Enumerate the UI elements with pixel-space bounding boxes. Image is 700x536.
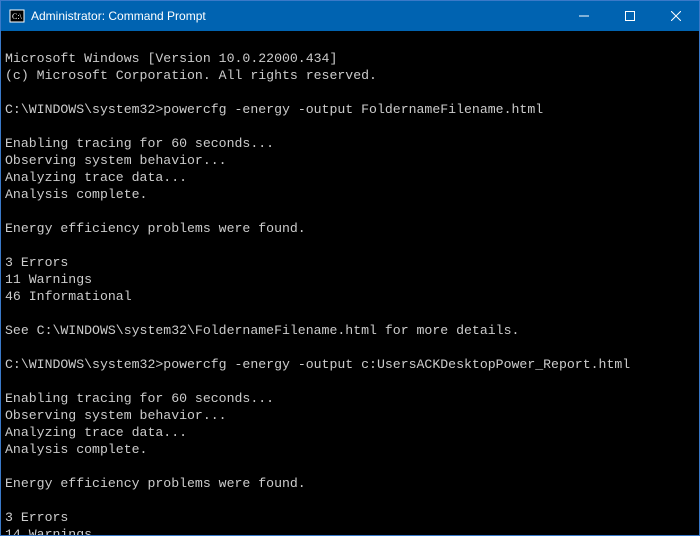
prompt: C:\WINDOWS\system32> [5,357,163,372]
command-text: powercfg -energy -output c:UsersACKDeskt… [163,357,630,372]
output-line: Microsoft Windows [Version 10.0.22000.43… [5,51,337,66]
output-line: Enabling tracing for 60 seconds... [5,136,274,151]
maximize-button[interactable] [607,1,653,31]
prompt: C:\WINDOWS\system32> [5,102,163,117]
prompt-line: C:\WINDOWS\system32>powercfg -energy -ou… [5,356,695,373]
titlebar[interactable]: C:\ Administrator: Command Prompt [1,1,699,31]
terminal-output[interactable]: Microsoft Windows [Version 10.0.22000.43… [1,31,699,535]
app-icon: C:\ [9,8,25,24]
command-text: powercfg -energy -output FoldernameFilen… [163,102,543,117]
close-button[interactable] [653,1,699,31]
prompt-line: C:\WINDOWS\system32>powercfg -energy -ou… [5,101,695,118]
output-line: Analysis complete. [5,187,147,202]
window-controls [561,1,699,31]
output-line: Enabling tracing for 60 seconds... [5,391,274,406]
output-line: Analysis complete. [5,442,147,457]
window-title: Administrator: Command Prompt [31,9,561,23]
command-prompt-window: C:\ Administrator: Command Prompt Micros… [0,0,700,536]
output-line: Energy efficiency problems were found. [5,476,306,491]
output-line: See C:\WINDOWS\system32\FoldernameFilena… [5,323,519,338]
output-line: (c) Microsoft Corporation. All rights re… [5,68,377,83]
output-line: 14 Warnings [5,527,92,535]
minimize-button[interactable] [561,1,607,31]
output-line: Analyzing trace data... [5,425,187,440]
svg-text:C:\: C:\ [12,12,23,21]
output-line: 3 Errors [5,255,68,270]
output-line: Energy efficiency problems were found. [5,221,306,236]
output-line: Observing system behavior... [5,408,227,423]
output-line: 46 Informational [5,289,132,304]
output-line: 3 Errors [5,510,68,525]
output-line: Observing system behavior... [5,153,227,168]
output-line: Analyzing trace data... [5,170,187,185]
output-line: 11 Warnings [5,272,92,287]
